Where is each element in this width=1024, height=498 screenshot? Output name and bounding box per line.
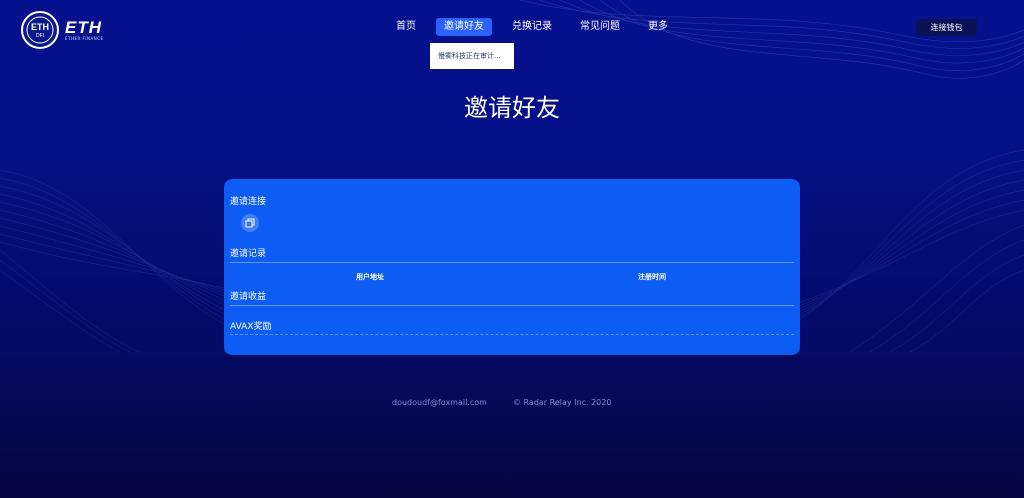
avax-reward-label: AVAX奖励 [230, 322, 272, 332]
invite-records-label: 邀请记录 [230, 249, 267, 259]
divider [230, 305, 794, 306]
column-header-register-time: 注册时间 [638, 273, 666, 281]
brand-logo[interactable]: ETH DFI ETH ETHER FINANCE [20, 9, 110, 51]
divider [230, 334, 794, 335]
audit-dropdown-item[interactable]: 慢雾科技正在审计... [430, 43, 514, 69]
column-header-user-address: 用户地址 [356, 273, 384, 281]
invite-earnings-label: 邀请收益 [230, 292, 267, 302]
invite-card: 邀请连接 邀请记录 用户地址 注册时间 邀请收益 AVAX奖励 [224, 179, 800, 355]
footer-email-link[interactable]: doudoudf@foxmail.com [392, 398, 487, 407]
connect-wallet-button[interactable]: 连接钱包 [916, 19, 977, 36]
invite-link-label: 邀请连接 [230, 197, 267, 207]
badge-text: ETH [31, 22, 49, 32]
eth-badge-icon: ETH DFI [20, 10, 60, 50]
main-nav: 首页 邀请好友 兑换记录 常见问题 更多 [388, 18, 688, 36]
nav-item-home[interactable]: 首页 [388, 18, 424, 36]
nav-item-faq[interactable]: 常见问题 [572, 18, 628, 36]
page-title: 邀请好友 [464, 94, 560, 122]
badge-subtext: DFI [35, 33, 45, 39]
copy-icon [245, 218, 255, 228]
nav-item-exchange-records[interactable]: 兑换记录 [504, 18, 560, 36]
brand-name: ETH [65, 17, 102, 37]
divider [230, 262, 794, 263]
nav-item-invite-friends[interactable]: 邀请好友 [436, 18, 492, 36]
nav-item-more[interactable]: 更多 [640, 18, 676, 36]
footer-copyright: © Radar Relay Inc. 2020 [513, 398, 612, 407]
copy-link-button[interactable] [241, 214, 259, 232]
brand-tagline: ETHER FINANCE [65, 35, 104, 41]
